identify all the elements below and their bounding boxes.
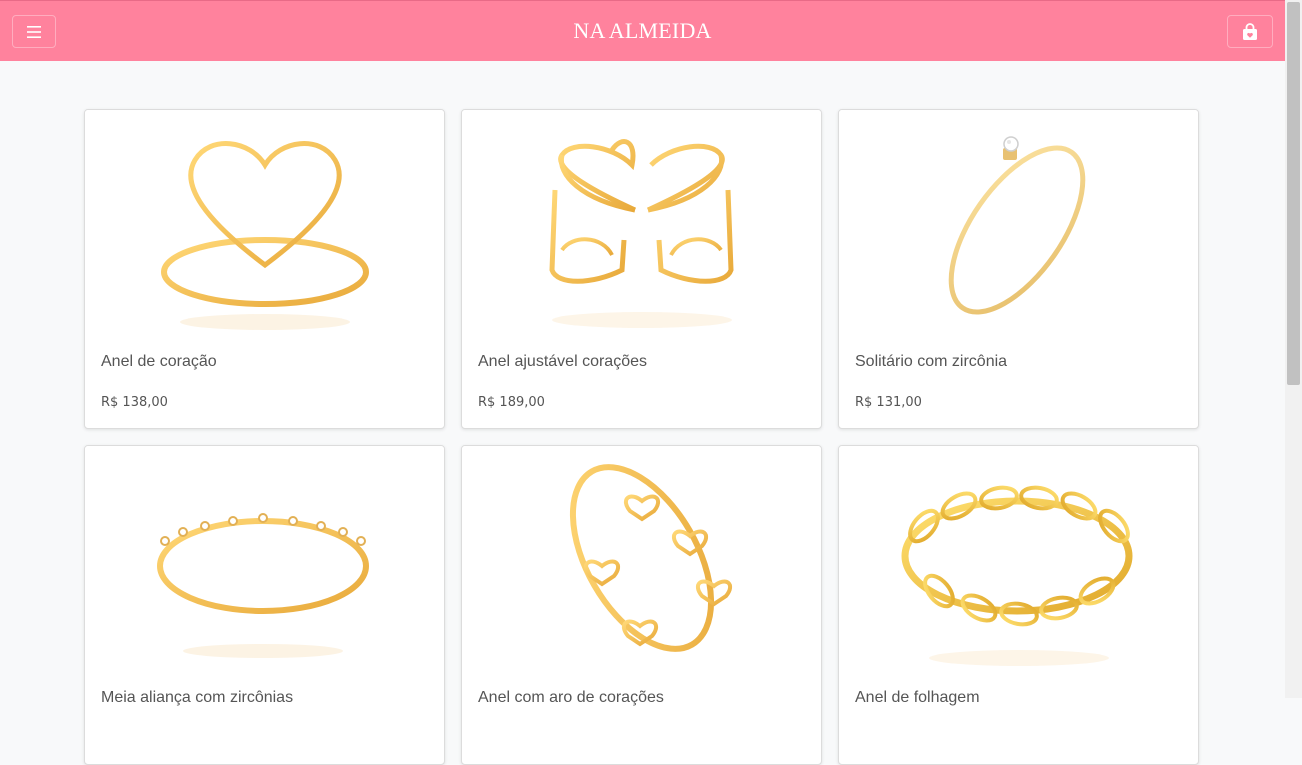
product-price: R$ 131,00 xyxy=(855,395,922,410)
leaf-ring-image xyxy=(901,485,1133,666)
product-image-leaf-ring[interactable] xyxy=(839,446,1198,671)
product-image-adjustable-hearts-ring[interactable] xyxy=(462,110,821,335)
product-price: R$ 189,00 xyxy=(478,395,545,410)
top-navbar: NA ALMEIDA xyxy=(0,0,1285,61)
product-card[interactable]: Anel ajustável corações R$ 189,00 xyxy=(461,109,822,429)
product-card[interactable]: Anel de folhagem xyxy=(838,445,1199,765)
product-title[interactable]: Anel com aro de corações xyxy=(478,689,664,707)
shopping-bag-icon xyxy=(1243,22,1257,40)
product-title[interactable]: Solitário com zircônia xyxy=(855,353,1007,371)
product-image-half-eternity-ring[interactable] xyxy=(85,446,444,671)
product-title[interactable]: Anel ajustável corações xyxy=(478,353,647,371)
adjustable-hearts-ring-image xyxy=(549,139,734,328)
product-card[interactable]: Anel de coração R$ 138,00 xyxy=(84,109,445,429)
product-image-hearts-band-ring[interactable] xyxy=(462,446,821,671)
product-card[interactable]: Anel com aro de corações xyxy=(461,445,822,765)
product-price: R$ 138,00 xyxy=(101,395,168,410)
product-image-solitaire-ring[interactable] xyxy=(839,110,1198,335)
product-card[interactable]: Meia aliança com zircônias xyxy=(84,445,445,765)
cart-button[interactable] xyxy=(1227,15,1273,48)
hearts-band-ring-image xyxy=(569,464,733,652)
half-eternity-ring-image xyxy=(157,513,369,658)
product-title[interactable]: Anel de coração xyxy=(101,353,217,371)
product-image-heart-ring[interactable] xyxy=(85,110,444,335)
heart-ring-image xyxy=(161,141,369,330)
product-title[interactable]: Anel de folhagem xyxy=(855,689,980,707)
brand-title[interactable]: NA ALMEIDA xyxy=(0,18,1285,44)
scrollbar-thumb[interactable] xyxy=(1287,2,1300,385)
product-card[interactable]: Solitário com zircônia R$ 131,00 xyxy=(838,109,1199,429)
solitaire-ring-image xyxy=(948,136,1086,315)
product-grid: Anel de coração R$ 138,00 Anel ajustável… xyxy=(84,109,1199,765)
product-title[interactable]: Meia aliança com zircônias xyxy=(101,689,293,707)
